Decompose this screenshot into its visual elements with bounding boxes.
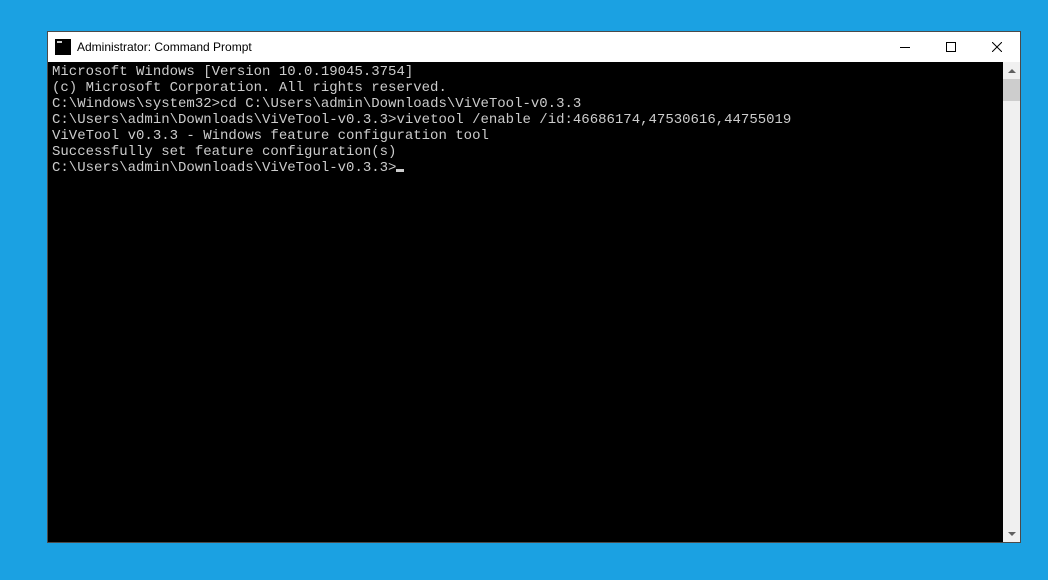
output-line: Microsoft Windows [Version 10.0.19045.37… [52,64,999,80]
scroll-down-button[interactable] [1003,525,1020,542]
titlebar[interactable]: Administrator: Command Prompt [48,32,1020,62]
output-line: (c) Microsoft Corporation. All rights re… [52,80,999,96]
arrow-up-icon [1008,69,1016,73]
minimize-button[interactable] [882,32,928,62]
command-text: cd C:\Users\admin\Downloads\ViVeTool-v0.… [220,96,581,112]
vertical-scrollbar[interactable] [1003,62,1020,542]
current-prompt-line: C:\Users\admin\Downloads\ViVeTool-v0.3.3… [52,160,999,176]
output-line: ViVeTool v0.3.3 - Windows feature config… [52,128,999,144]
prompt-text: C:\Windows\system32> [52,96,220,112]
prompt-text: C:\Users\admin\Downloads\ViVeTool-v0.3.3… [52,160,396,176]
window-controls [882,32,1020,62]
prompt-text: C:\Users\admin\Downloads\ViVeTool-v0.3.3… [52,112,396,128]
cmd-icon [55,39,71,55]
cursor [396,169,404,172]
maximize-button[interactable] [928,32,974,62]
window-title: Administrator: Command Prompt [77,40,252,54]
command-text: vivetool /enable /id:46686174,47530616,4… [396,112,791,128]
command-line: C:\Windows\system32>cd C:\Users\admin\Do… [52,96,999,112]
console-area: Microsoft Windows [Version 10.0.19045.37… [48,62,1020,542]
scroll-thumb[interactable] [1003,79,1020,101]
command-line: C:\Users\admin\Downloads\ViVeTool-v0.3.3… [52,112,999,128]
command-prompt-window: Administrator: Command Prompt Microsoft … [47,31,1021,543]
scroll-track[interactable] [1003,79,1020,525]
close-icon [992,42,1002,52]
scroll-up-button[interactable] [1003,62,1020,79]
output-line: Successfully set feature configuration(s… [52,144,999,160]
arrow-down-icon [1008,532,1016,536]
console-output[interactable]: Microsoft Windows [Version 10.0.19045.37… [48,62,1003,542]
maximize-icon [946,42,956,52]
close-button[interactable] [974,32,1020,62]
minimize-icon [900,47,910,48]
